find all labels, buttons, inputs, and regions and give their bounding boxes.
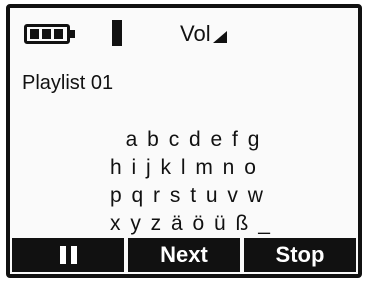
character-picker[interactable]: a b c d e f g h i j k l m n o p q r s t … — [110, 126, 310, 238]
char-row[interactable]: h i j k l m n o — [110, 154, 310, 182]
volume-indicator: Vol — [180, 21, 227, 47]
battery-icon — [24, 24, 75, 44]
char-row[interactable]: a b c d e f g — [110, 126, 310, 154]
char-row[interactable]: p q r s t u v w — [110, 182, 310, 210]
softkey-bar: Next Stop — [12, 238, 356, 272]
playlist-title: Playlist 01 — [22, 72, 114, 94]
pause-icon — [59, 246, 77, 264]
next-button[interactable]: Next — [128, 238, 240, 272]
signal-icon — [112, 20, 122, 46]
status-bar: Vol — [20, 18, 348, 48]
device-screen: Vol Playlist 01 a b c d e f g h i j k l … — [6, 4, 362, 278]
pause-button[interactable] — [12, 238, 124, 272]
volume-label: Vol — [180, 21, 211, 46]
volume-triangle-icon — [212, 31, 227, 43]
char-row[interactable]: x y z ä ö ü ß _ — [110, 210, 310, 238]
stop-button[interactable]: Stop — [244, 238, 356, 272]
